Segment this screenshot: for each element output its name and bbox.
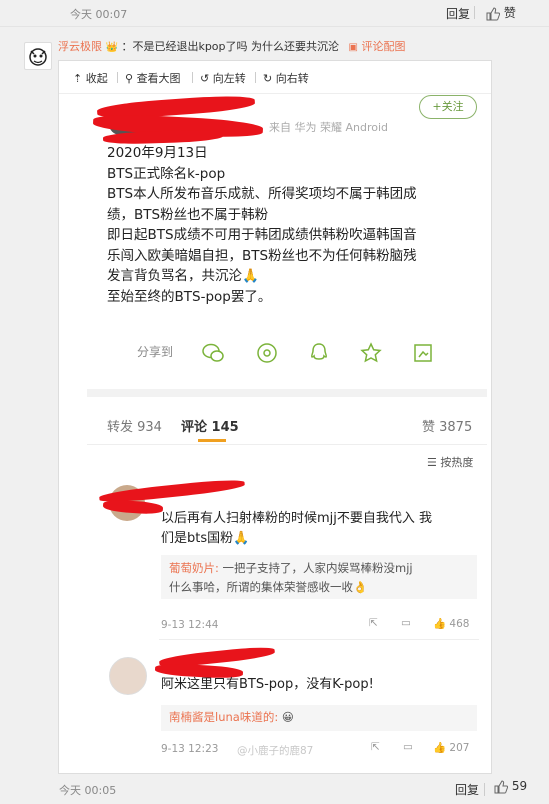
reply-emoji: 😀 (281, 710, 294, 724)
avatar[interactable] (24, 42, 52, 70)
sort-label: 按热度 (440, 456, 474, 469)
search-icon: ⚲ (125, 72, 134, 85)
comment-line: 们是bts国粉🙏 (161, 531, 250, 546)
top-like-label: 赞 (503, 6, 516, 20)
comment-line: 浮云极限 👑 ：不是已经退出kpop了吗 为什么还要共沉沦 ▣ 评论配图 (58, 38, 405, 54)
view-large-label: 查看大图 (136, 72, 181, 85)
comment-body: 以后再有人扫射棒粉的时候mjj不要自我代入 我 们是bts国粉🙏 (161, 509, 432, 549)
like-comment-button[interactable]: 👍 468 (433, 617, 469, 630)
post-source: 来自 华为 荣耀 Android (269, 121, 389, 134)
divider (192, 72, 193, 83)
rotate-left-icon: ↺ (200, 72, 210, 85)
view-large-button[interactable]: ⚲ 查看大图 (125, 70, 181, 86)
post-line: 绩，BTS粉丝也不属于韩粉 (107, 206, 269, 223)
thumbs-up-icon: 👍 (433, 618, 447, 630)
collapse-button[interactable]: ⇡ 收起 (73, 70, 108, 86)
top-reply-link[interactable]: 回复 (446, 5, 470, 22)
tab-repost[interactable]: 转发 934 (107, 416, 162, 435)
bottom-like-count: 59 (511, 779, 528, 793)
image-viewer: ⇡ 收起 ⚲ 查看大图 ↺ 向左转 ↻ 向右转 来自 华为 荣耀 Android… (58, 60, 492, 774)
thumbs-up-icon (494, 779, 508, 793)
image-icon: ▣ (348, 42, 358, 53)
sort-icon: ☰ (427, 456, 437, 469)
collapse-label: 收起 (85, 72, 108, 85)
repost-comment-icon[interactable]: ⇱ (369, 617, 378, 629)
like-comment-button[interactable]: 👍 207 (433, 741, 469, 754)
comment-text: ：不是已经退出kpop了吗 为什么还要共沉沦 (121, 40, 340, 53)
comment-time: 9-13 12:23 (161, 743, 219, 755)
rotate-left-label: 向左转 (212, 72, 246, 85)
wechat-icon[interactable] (201, 341, 225, 365)
comment-body: 阿米这里只有BTS-pop，没有K-pop! (161, 677, 374, 692)
share-label: 分享到 (137, 345, 174, 359)
bottom-timestamp: 今天 00:05 (59, 784, 117, 797)
crown-badge-icon: 👑 (105, 42, 118, 53)
star-icon[interactable] (359, 341, 383, 365)
collapse-icon: ⇡ (73, 72, 83, 85)
divider (484, 783, 485, 796)
thumbs-up-icon: 👍 (433, 742, 447, 754)
post-line: 乐闯入欧美暗娼自担，BTS粉丝也不为任何韩粉脑残 (107, 247, 417, 264)
bottom-reply-link[interactable]: 回复 (455, 781, 479, 798)
divider (87, 444, 487, 445)
reply-username[interactable]: 南楠酱是luna味道的: (169, 710, 278, 724)
follow-button[interactable]: +关注 (419, 95, 477, 119)
top-like-button[interactable]: 赞 (486, 4, 516, 21)
post-line: 2020年9月13日 (107, 145, 208, 161)
thumbs-up-icon (486, 6, 500, 20)
comment-time: 9-13 12:44 (161, 619, 219, 631)
divider (159, 639, 479, 640)
tab-likes[interactable]: 赞 3875 (422, 416, 472, 435)
moments-icon[interactable] (255, 341, 279, 365)
top-timestamp: 今天 00:07 (70, 8, 128, 21)
screenshot-icon[interactable] (411, 341, 435, 365)
divider (474, 6, 475, 19)
rotate-right-label: 向右转 (275, 72, 309, 85)
post-line: 发言背负骂名，共沉沦🙏 (107, 268, 259, 284)
bottom-like-button[interactable]: 59 (494, 779, 527, 794)
comment-line: 以后再有人扫射棒粉的时候mjj不要自我代入 我 (161, 511, 433, 526)
comment-username[interactable]: 浮云极限 (58, 40, 102, 53)
reply-text: 什么事哈，所谓的集体荣誉感收一收👌 (169, 580, 368, 594)
section-divider (87, 389, 487, 397)
post-line: 即日起BTS成绩不可用于韩团成绩供韩粉吹逼韩国音 (107, 227, 417, 243)
tab-comments[interactable]: 评论 145 (181, 416, 239, 435)
rotate-right-button[interactable]: ↻ 向右转 (263, 70, 309, 86)
reply-box: 葡萄奶片: 一把子支持了，人家内娱骂棒粉没mjj 什么事哈，所谓的集体荣誉感收一… (161, 555, 477, 599)
like-count: 207 (449, 742, 470, 754)
post-line: BTS正式除名k-pop (107, 165, 226, 182)
avatar-face-icon (29, 48, 47, 66)
reply-text: 一把子支持了，人家内娱骂棒粉没mjj (218, 561, 413, 575)
watermark: @小鹿子的鹿87 (237, 745, 314, 757)
reply-box: 南楠酱是luna味道的: 😀 (161, 705, 477, 731)
rotate-left-button[interactable]: ↺ 向左转 (200, 70, 246, 86)
qq-icon[interactable] (307, 341, 331, 365)
post-line: BTS本人所发布音乐成就、所得奖项均不属于韩团成 (107, 186, 417, 202)
rotate-right-icon: ↻ (263, 72, 273, 85)
sort-dropdown[interactable]: ☰ 按热度 (427, 454, 473, 470)
post-line: 至始至终的BTS-pop罢了。 (107, 288, 272, 305)
reply-comment-icon[interactable]: ▭ (403, 741, 413, 753)
divider (117, 72, 118, 83)
comment-image-label: 评论配图 (361, 40, 406, 53)
repost-comment-icon[interactable]: ⇱ (371, 741, 380, 753)
active-tab-indicator (198, 439, 226, 442)
comment-image-link[interactable]: ▣ 评论配图 (349, 40, 406, 53)
commenter-avatar[interactable] (109, 657, 147, 695)
like-count: 468 (449, 618, 470, 630)
post-body: 2020年9月13日 BTS正式除名k-pop BTS本人所发布音乐成就、所得奖… (107, 143, 477, 307)
reply-comment-icon[interactable]: ▭ (401, 617, 411, 629)
reply-username[interactable]: 葡萄奶片: (169, 561, 219, 575)
divider (255, 72, 256, 83)
